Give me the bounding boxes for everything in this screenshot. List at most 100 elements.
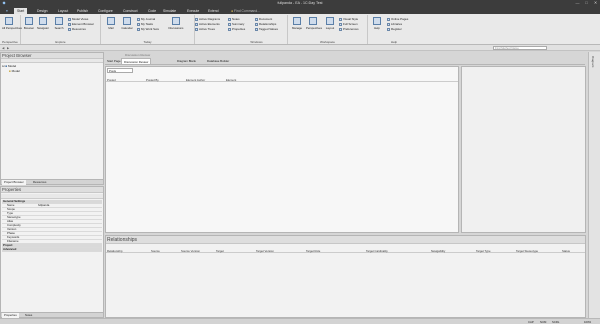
register-label: Register <box>391 27 402 31</box>
search-button[interactable]: Search <box>52 17 66 34</box>
tab-start[interactable]: Start <box>14 7 28 14</box>
browser-button[interactable]: Browser <box>22 17 36 34</box>
relationships-panel: Relationships Relationship Source Source V… <box>105 235 586 318</box>
col-posted[interactable]: Posted <box>107 78 116 82</box>
my-work-sets-label: My Work Sets <box>141 27 159 31</box>
perspectives-button[interactable]: All Perspectives <box>2 17 22 34</box>
tab-resources[interactable]: Resources <box>31 180 48 185</box>
properties-title: Properties <box>2 187 22 192</box>
back-icon[interactable]: ◀ <box>2 46 4 50</box>
relationships-column-header: Relationship Source Source Version Target Ta… <box>106 248 585 253</box>
rel-col-header[interactable]: Target Cardinality <box>366 249 388 253</box>
rel-col-header[interactable]: Target Stereotype <box>516 249 538 253</box>
package-icon: ■ <box>9 69 11 73</box>
rel-col-header[interactable]: Navigability <box>431 249 445 253</box>
calendar-button[interactable]: Calendar <box>120 17 134 34</box>
navigator-button[interactable]: Navigator <box>36 17 50 34</box>
scroll-indicator: SCRL <box>552 320 560 324</box>
notes-label: Notes <box>232 17 240 21</box>
tab-code[interactable]: Code <box>145 8 159 14</box>
group-workspace: Manage Perspectives Layout Visual Style … <box>288 15 368 44</box>
register-icon <box>387 27 390 31</box>
tab-discussion-review[interactable]: Discussion Review <box>121 58 152 64</box>
relationships-title: Relationships <box>107 237 138 243</box>
mail-button[interactable]: Mail <box>104 17 118 34</box>
app-menu-button[interactable]: ≡ <box>3 8 11 14</box>
resources-button[interactable]: Resources <box>68 27 86 31</box>
element-browser-button[interactable]: Element Browser <box>68 22 94 26</box>
notes-button[interactable]: Notes <box>228 17 240 21</box>
diagram-sidebar-tab[interactable]: Diagram <box>591 56 595 67</box>
summary-button[interactable]: Summary <box>228 22 244 26</box>
rel-col-header[interactable]: Target Type <box>476 249 491 253</box>
layout-button[interactable]: Layout <box>323 17 337 34</box>
tree-root[interactable]: ⊟ ■ Model <box>2 64 16 68</box>
rel-col-header[interactable]: Source <box>151 249 160 253</box>
discussions-button[interactable]: Discussions <box>165 17 187 34</box>
online-pages-button[interactable]: Online Pages <box>387 17 408 21</box>
active-elements-button[interactable]: Active Elements <box>195 22 220 26</box>
model-views-button[interactable]: Model Views <box>68 17 88 21</box>
summary-label: Summary <box>232 22 245 26</box>
tab-layout[interactable]: Layout <box>55 8 71 14</box>
rel-col-header[interactable]: Target Version <box>256 249 274 253</box>
tab-diagram[interactable]: Diagram Blank <box>175 58 198 64</box>
help-button[interactable]: Help <box>370 17 384 34</box>
my-work-sets-button[interactable]: My Work Sets <box>137 27 159 31</box>
tab-design[interactable]: Design <box>34 8 51 14</box>
active-trees-button[interactable]: Active Trees <box>195 27 215 31</box>
full-screen-button[interactable]: Full Screen <box>339 22 358 26</box>
mail-label: Mail <box>108 26 114 30</box>
document-button[interactable]: Document <box>255 17 272 21</box>
zoom-level[interactable]: 100% <box>584 320 591 324</box>
tab-project-browser[interactable]: Project Browser <box>2 180 26 185</box>
search-input[interactable]: Find Method Name <box>493 46 547 50</box>
col-element-author[interactable]: Element Author <box>186 78 205 82</box>
tab-extend[interactable]: Extend <box>205 8 222 14</box>
tab-publish[interactable]: Publish <box>74 8 91 14</box>
property-key: Advanced <box>3 247 17 251</box>
tree-item-model[interactable]: ■ Model <box>9 69 20 73</box>
group-explore: Browser Navigator Search Model Views Ele… <box>21 15 101 44</box>
libraries-button[interactable]: Libraries <box>387 22 402 26</box>
tab-configure[interactable]: Configure <box>95 8 116 14</box>
layout-icon <box>326 17 334 25</box>
preferences-button[interactable]: Preferences <box>339 27 359 31</box>
perspectives-workspace-button[interactable]: Perspectives <box>306 17 322 34</box>
visual-style-button[interactable]: Visual Style <box>339 17 358 21</box>
property-category[interactable]: Advanced <box>2 247 102 252</box>
rel-col-header[interactable]: Target <box>216 249 224 253</box>
rel-col-header[interactable]: Target Role <box>306 249 320 253</box>
manage-button[interactable]: Manage <box>290 17 304 34</box>
tab-simulate[interactable]: Simulate <box>160 8 179 14</box>
element-browser-label: Element Browser <box>72 22 95 26</box>
calendar-label: Calendar <box>121 26 133 30</box>
tab-execute[interactable]: Execute <box>184 8 202 14</box>
col-element[interactable]: Element <box>226 78 236 82</box>
resources-label: Resources <box>72 27 86 31</box>
discussion-detail <box>461 66 586 233</box>
my-journal-button[interactable]: My Journal <box>137 17 155 21</box>
group-perspective-label: Perspective <box>2 40 18 44</box>
find-command[interactable]: ● Find Command... <box>228 8 263 14</box>
tagged-values-button[interactable]: Tagged Values <box>255 27 278 31</box>
online-pages-label: Online Pages <box>391 17 409 21</box>
rel-col-header[interactable]: Status <box>562 249 570 253</box>
register-button[interactable]: Register <box>387 27 402 31</box>
tab-construct[interactable]: Construct <box>120 8 141 14</box>
full-screen-label: Full Screen <box>343 22 358 26</box>
rel-col-header[interactable]: Source Version <box>181 249 200 253</box>
rel-col-header[interactable]: Relationship <box>107 249 122 253</box>
search-label: Search <box>54 26 64 30</box>
relationships-button[interactable]: Relationships <box>255 22 276 26</box>
tab-database-builder[interactable]: Database Builder <box>205 58 231 64</box>
journal-icon <box>137 17 140 21</box>
properties-button[interactable]: Properties <box>228 27 245 31</box>
my-tasks-button[interactable]: My Tasks <box>137 22 153 26</box>
layout-label: Layout <box>325 26 335 30</box>
active-diagrams-button[interactable]: Active Diagrams <box>195 17 220 21</box>
forward-icon[interactable]: ▶ <box>7 46 9 50</box>
active-diagrams-label: Active Diagrams <box>199 17 221 21</box>
col-posted-by[interactable]: Posted By <box>146 78 159 82</box>
posts-filter[interactable]: Posts <box>107 68 133 73</box>
